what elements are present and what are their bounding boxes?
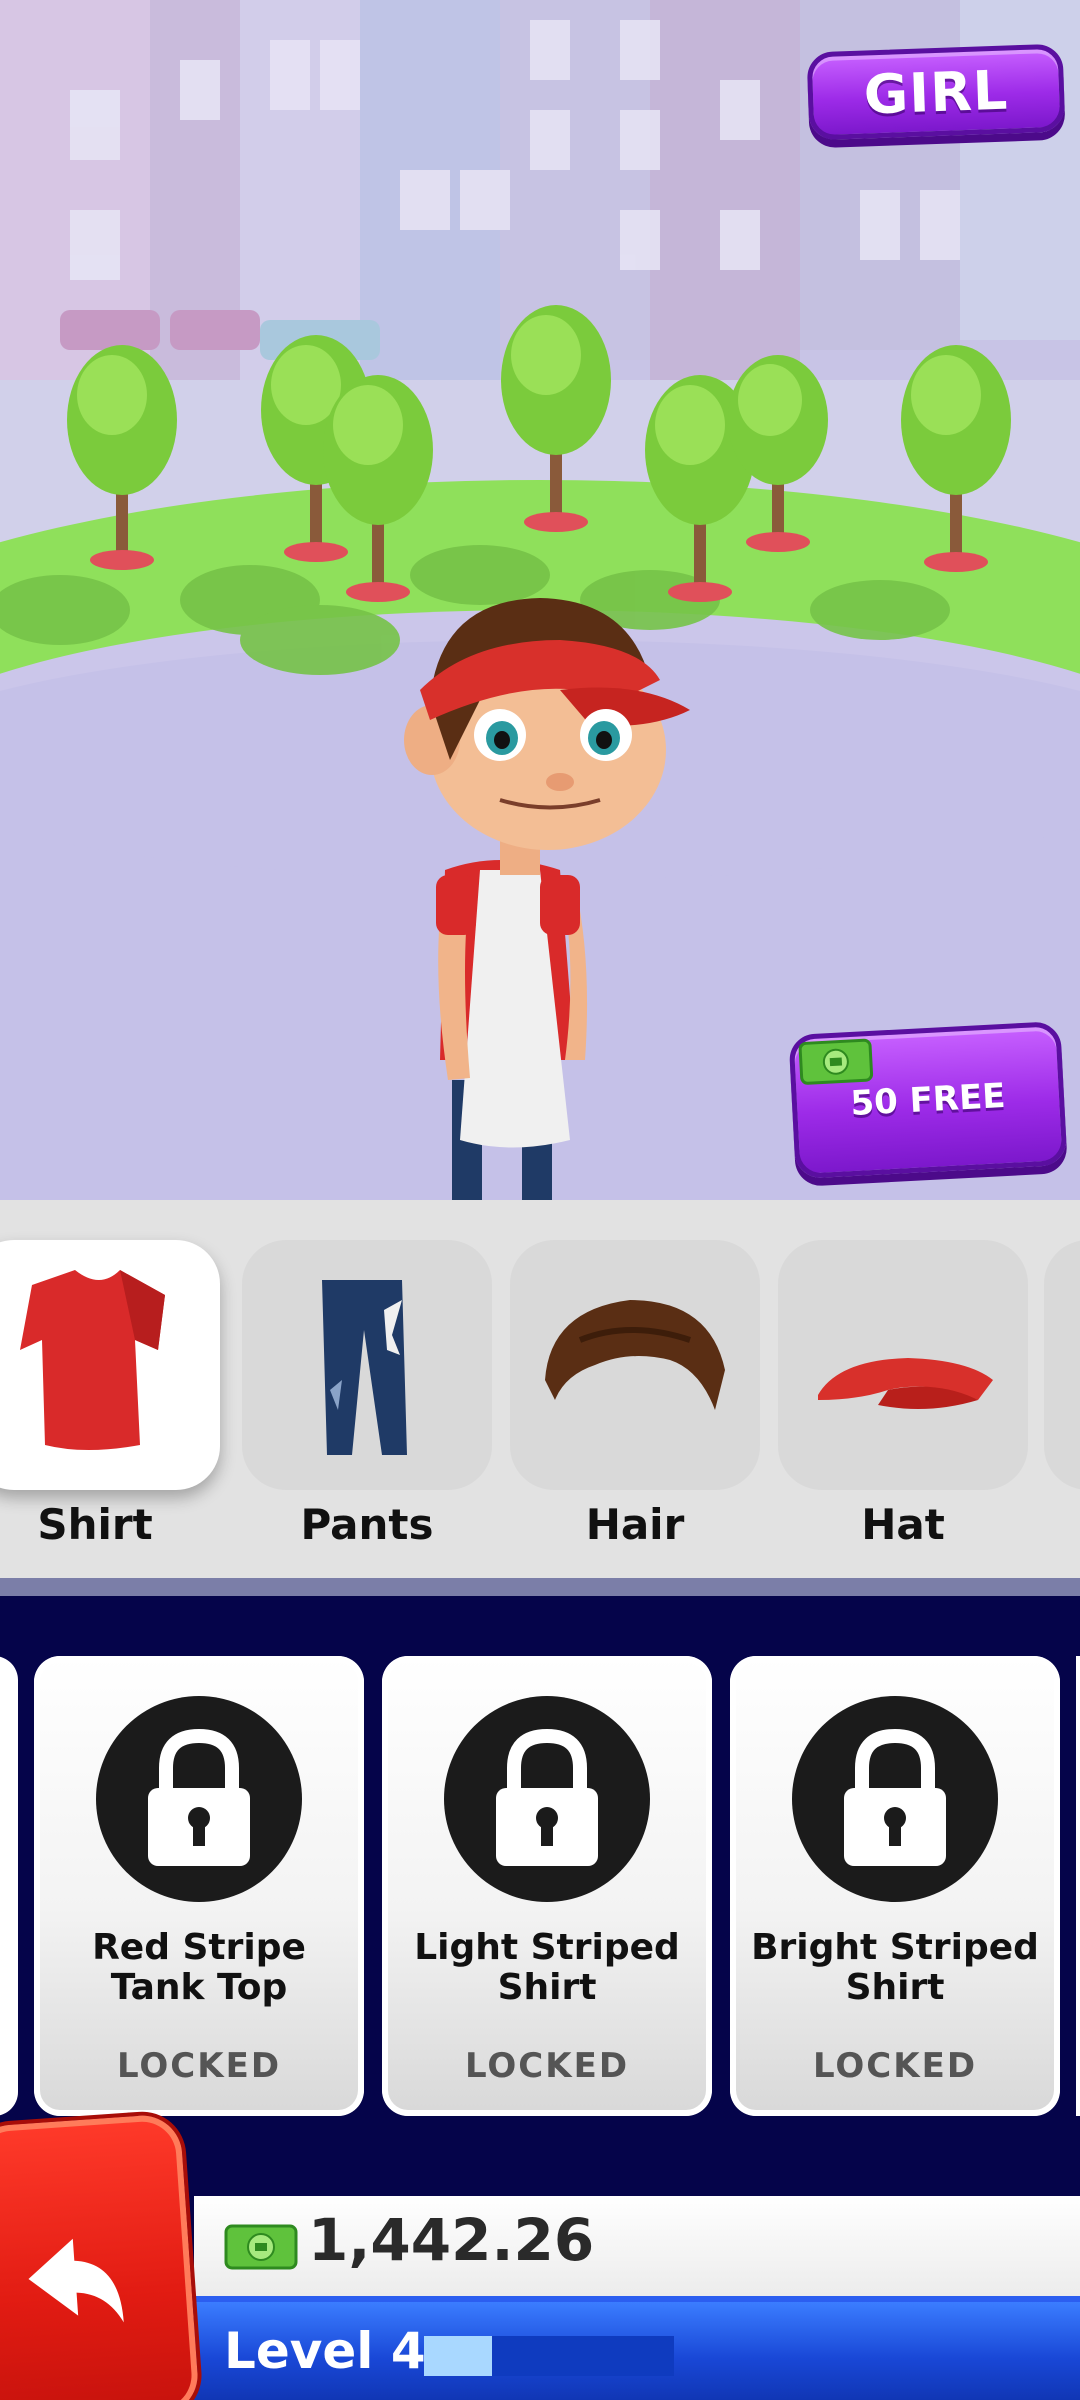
item-status: LOCKED bbox=[116, 2046, 282, 2086]
cash-icon bbox=[798, 1038, 874, 1085]
hat-icon bbox=[818, 1358, 993, 1409]
pants-icon bbox=[322, 1280, 407, 1455]
free-cash-button[interactable]: 50 FREE bbox=[788, 1020, 1068, 1180]
item-status: LOCKED bbox=[464, 2046, 630, 2086]
girl-button-label: GIRL bbox=[862, 57, 1010, 127]
item-grid: Red Stripe Tank Top LOCKED Light Striped S… bbox=[0, 1596, 1080, 2196]
tab-pants-label: Pants bbox=[300, 1500, 434, 1549]
money-display: 1,442.26 bbox=[194, 2196, 1080, 2296]
category-tabs: Shirt Pants Hair Hat bbox=[0, 1200, 1080, 1578]
level-progress-fill bbox=[424, 2336, 492, 2376]
item-name: Red Stripe Tank Top bbox=[92, 1927, 306, 2008]
bottom-bar: 1,442.26 Level 4 bbox=[0, 2113, 1080, 2400]
character-preview-scene: GIRL 50 FREE bbox=[0, 0, 1080, 1200]
hair-icon bbox=[545, 1300, 725, 1410]
item-card-partial-left[interactable] bbox=[0, 1656, 18, 2116]
lock-badge bbox=[792, 1696, 998, 1902]
tab-hair-label: Hair bbox=[585, 1500, 685, 1549]
shirt-icon bbox=[20, 1270, 165, 1450]
lock-badge bbox=[96, 1696, 302, 1902]
tab-hat-label: Hat bbox=[861, 1500, 945, 1549]
lock-icon bbox=[496, 1728, 598, 1866]
item-status: LOCKED bbox=[812, 2046, 978, 2086]
cash-icon bbox=[224, 2224, 298, 2270]
item-card-partial-right[interactable] bbox=[1076, 1656, 1080, 2116]
girl-mode-button[interactable]: GIRL bbox=[806, 43, 1066, 141]
tab-more-partial[interactable] bbox=[1044, 1240, 1080, 1490]
item-card[interactable]: Red Stripe Tank Top LOCKED bbox=[34, 1656, 364, 2116]
lock-badge bbox=[444, 1696, 650, 1902]
character-avatar bbox=[404, 598, 690, 1200]
back-button[interactable] bbox=[0, 2113, 201, 2400]
tab-pants[interactable] bbox=[242, 1240, 492, 1490]
tab-shirt[interactable] bbox=[0, 1240, 220, 1490]
item-card[interactable]: Light Striped Shirt LOCKED bbox=[382, 1656, 712, 2116]
level-progress-track bbox=[424, 2336, 674, 2376]
level-label: Level 4 bbox=[224, 2322, 426, 2380]
lock-icon bbox=[148, 1728, 250, 1866]
category-divider bbox=[0, 1578, 1080, 1596]
tab-shirt-label: Shirt bbox=[37, 1500, 153, 1549]
tab-hair[interactable] bbox=[510, 1240, 760, 1490]
level-bar: Level 4 bbox=[194, 2296, 1080, 2400]
item-name: Bright Striped Shirt bbox=[751, 1927, 1039, 2008]
lock-icon bbox=[844, 1728, 946, 1866]
money-amount: 1,442.26 bbox=[308, 2206, 595, 2274]
item-card[interactable]: Bright Striped Shirt LOCKED bbox=[730, 1656, 1060, 2116]
tab-hat[interactable] bbox=[778, 1240, 1028, 1490]
back-arrow-icon bbox=[28, 2238, 124, 2323]
item-name: Light Striped Shirt bbox=[414, 1927, 680, 2008]
